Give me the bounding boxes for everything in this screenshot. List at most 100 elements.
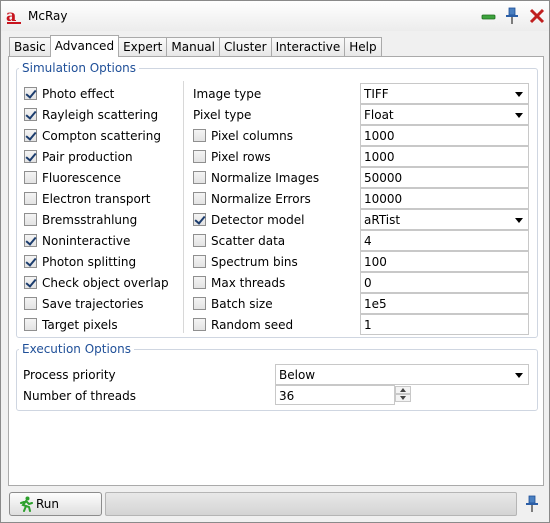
effect-target-pixels[interactable]: Target pixels xyxy=(24,314,118,335)
param-pixel-rows[interactable]: Pixel rows xyxy=(193,146,271,167)
batch-size-input[interactable]: 1e5 xyxy=(360,293,529,314)
number-of-threads-label: Number of threads xyxy=(23,388,136,403)
checkbox[interactable] xyxy=(24,297,37,310)
artist-logo-icon: a xyxy=(6,7,21,25)
param-spectrum-bins[interactable]: Spectrum bins xyxy=(193,251,298,272)
param-label: Normalize Images xyxy=(211,170,320,185)
effect-bremsstrahlung[interactable]: Bremsstrahlung xyxy=(24,209,137,230)
normalize-images-input[interactable]: 50000 xyxy=(360,167,529,188)
spectrum-bins-input[interactable]: 100 xyxy=(360,251,529,272)
effect-label: Check object overlap xyxy=(42,275,169,290)
checkbox[interactable] xyxy=(193,213,206,226)
progress-bar xyxy=(105,492,517,516)
effect-label: Compton scattering xyxy=(42,128,161,143)
checkbox[interactable] xyxy=(24,234,37,247)
checkbox[interactable] xyxy=(193,297,206,310)
checkbox[interactable] xyxy=(24,192,37,205)
tab-advanced[interactable]: Advanced xyxy=(49,35,120,57)
spin-down-icon[interactable] xyxy=(395,394,411,402)
checkbox[interactable] xyxy=(24,87,37,100)
effect-check-object-overlap[interactable]: Check object overlap xyxy=(24,272,169,293)
param-detector-model[interactable]: Detector model xyxy=(193,209,304,230)
running-man-icon xyxy=(20,496,33,512)
pin-icon[interactable] xyxy=(503,7,521,25)
pixel-columns-input[interactable]: 1000 xyxy=(360,125,529,146)
effect-photo-effect[interactable]: Photo effect xyxy=(24,83,114,104)
param-random-seed[interactable]: Random seed xyxy=(193,314,293,335)
param-normalize-images[interactable]: Normalize Images xyxy=(193,167,319,188)
process-priority-select[interactable]: Below xyxy=(275,364,529,385)
param-batch-size[interactable]: Batch size xyxy=(193,293,273,314)
checkbox[interactable] xyxy=(24,171,37,184)
effect-compton-scattering[interactable]: Compton scattering xyxy=(24,125,161,146)
checkbox[interactable] xyxy=(24,318,37,331)
effect-photon-splitting[interactable]: Photon splitting xyxy=(24,251,136,272)
param-normalize-errors[interactable]: Normalize Errors xyxy=(193,188,311,209)
checkbox[interactable] xyxy=(193,276,206,289)
checkbox[interactable] xyxy=(193,150,206,163)
effect-noninteractive[interactable]: Noninteractive xyxy=(24,230,130,251)
number-of-threads-input[interactable]: 36 xyxy=(275,385,395,405)
checkbox[interactable] xyxy=(24,150,37,163)
checkbox[interactable] xyxy=(193,255,206,268)
chevron-down-icon[interactable] xyxy=(515,92,523,97)
image-type-value: TIFF xyxy=(364,87,389,101)
checkbox[interactable] xyxy=(24,108,37,121)
effect-label: Electron transport xyxy=(42,191,151,206)
effect-save-trajectories[interactable]: Save trajectories xyxy=(24,293,144,314)
chevron-down-icon[interactable] xyxy=(515,373,523,378)
effect-label: Fluorescence xyxy=(42,170,122,185)
image-type-label: Image type xyxy=(193,86,262,101)
effect-electron-transport[interactable]: Electron transport xyxy=(24,188,150,209)
param-scatter-data[interactable]: Scatter data xyxy=(193,230,285,251)
tab-basic[interactable]: Basic xyxy=(9,37,51,57)
title-bar[interactable]: a McRay xyxy=(1,1,549,31)
effect-pair-production[interactable]: Pair production xyxy=(24,146,133,167)
checkbox[interactable] xyxy=(24,129,37,142)
window-title: McRay xyxy=(28,9,68,23)
chevron-down-icon[interactable] xyxy=(515,218,523,223)
param-pixel-columns[interactable]: Pixel columns xyxy=(193,125,293,146)
effect-rayleigh-scattering[interactable]: Rayleigh scattering xyxy=(24,104,158,125)
checkbox[interactable] xyxy=(24,213,37,226)
checkbox[interactable] xyxy=(24,255,37,268)
param-label: Pixel rows xyxy=(211,149,271,164)
execution-options-title: Execution Options xyxy=(19,342,135,356)
checkbox[interactable] xyxy=(193,192,206,205)
normalize-errors-input[interactable]: 10000 xyxy=(360,188,529,209)
run-button[interactable]: Run xyxy=(9,492,102,516)
tab-manual[interactable]: Manual xyxy=(166,37,220,57)
spin-up-icon[interactable] xyxy=(395,386,411,394)
tab-interactive[interactable]: Interactive xyxy=(270,37,346,57)
pixel-rows-input[interactable]: 1000 xyxy=(360,146,529,167)
scatter-data-input[interactable]: 4 xyxy=(360,230,529,251)
effect-label: Rayleigh scattering xyxy=(42,107,159,122)
tab-help[interactable]: Help xyxy=(344,37,382,57)
param-label: Pixel columns xyxy=(211,128,293,143)
minimize-icon[interactable] xyxy=(480,7,498,25)
checkbox[interactable] xyxy=(193,171,206,184)
param-label: Spectrum bins xyxy=(211,254,298,269)
effect-fluorescence[interactable]: Fluorescence xyxy=(24,167,121,188)
chevron-down-icon[interactable] xyxy=(515,113,523,118)
checkbox[interactable] xyxy=(193,234,206,247)
checkbox[interactable] xyxy=(193,129,206,142)
detector-model-select[interactable]: aRTist xyxy=(360,209,529,230)
tab-expert[interactable]: Expert xyxy=(118,37,168,57)
checkbox[interactable] xyxy=(24,276,37,289)
image-type-select[interactable]: TIFF xyxy=(360,83,529,104)
random-seed-input[interactable]: 1 xyxy=(360,314,529,335)
close-icon[interactable] xyxy=(528,7,546,25)
param-max-threads[interactable]: Max threads xyxy=(193,272,285,293)
effect-label: Target pixels xyxy=(42,317,118,332)
tab-cluster[interactable]: Cluster xyxy=(219,37,272,57)
simulation-options-title: Simulation Options xyxy=(19,61,140,75)
process-priority-label: Process priority xyxy=(23,367,116,382)
column-divider xyxy=(183,81,184,333)
pin-icon[interactable] xyxy=(523,495,541,513)
image-type-row: Image type xyxy=(193,83,261,104)
checkbox[interactable] xyxy=(193,318,206,331)
max-threads-input[interactable]: 0 xyxy=(360,272,529,293)
threads-spinner[interactable] xyxy=(395,386,413,404)
pixel-type-select[interactable]: Float xyxy=(360,104,529,125)
